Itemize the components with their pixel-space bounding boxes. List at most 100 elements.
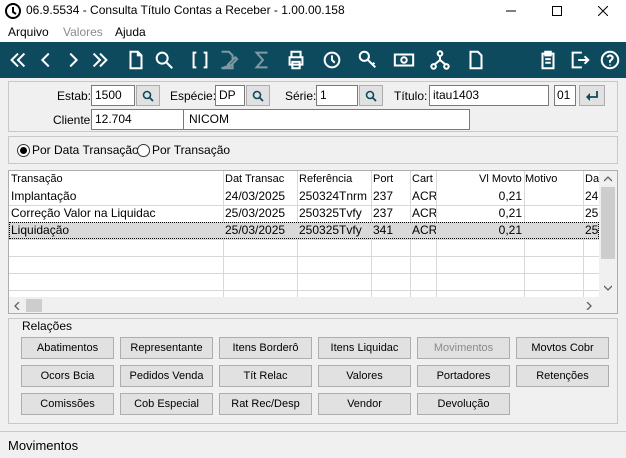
cliente-code-field[interactable]: 12.704 [91,109,184,130]
comissoes-button[interactable]: Comissões [21,393,114,415]
col-header-da[interactable]: Da [585,173,599,185]
titulo-label: Título: [394,89,428,103]
movtos-cobr-button[interactable]: Movtos Cobr [516,337,609,359]
menu-arquivo[interactable]: Arquivo [8,25,49,39]
movimentos-button[interactable]: Movimentos [417,337,510,359]
table-row[interactable]: Implantação 24/03/2025 250324Tnrm 237 AC… [9,188,599,205]
app-icon [5,3,21,19]
search-button[interactable] [150,46,178,74]
devolucao-button[interactable]: Devolução [417,393,510,415]
col-header-cart[interactable]: Cart [412,173,433,185]
vertical-scrollbar[interactable] [599,171,617,297]
titulo-field[interactable]: itau1403 [429,85,549,106]
network-button[interactable] [426,46,454,74]
scroll-up-icon[interactable] [604,176,612,182]
exit-button[interactable] [566,46,594,74]
history-icon [323,51,341,69]
horizontal-scrollbar[interactable] [9,297,617,313]
file-button[interactable] [462,46,490,74]
menu-bar: Arquivo Valores Ajuda [0,22,626,42]
maximize-button[interactable] [534,0,580,22]
retencoes-button[interactable]: Retenções [516,365,609,387]
cell-vl-movto: 0,21 [498,223,522,237]
menu-valores[interactable]: Valores [63,25,103,39]
col-header-vl-movto[interactable]: Vl Movto [479,173,522,185]
table-row[interactable]: Correção Valor na Liquidac 25/03/2025 25… [9,205,599,222]
edit-button[interactable] [214,46,242,74]
cell-transacao: Implantação [11,189,77,203]
cell-referencia: 250324Tnrm [299,189,368,203]
por-transacao-radio[interactable] [137,144,150,157]
key-button[interactable] [354,46,382,74]
estab-search-button[interactable] [136,85,160,106]
col-header-motivo[interactable]: Motivo [525,173,557,185]
cell-dat-transac: 25/03/2025 [225,223,286,237]
cliente-name-field: NICOM [183,109,470,130]
previous-record-button[interactable] [32,46,60,74]
serie-search-button[interactable] [359,85,383,106]
valores-button[interactable]: Valores [318,365,411,387]
menu-ajuda[interactable]: Ajuda [115,25,146,39]
por-transacao-label[interactable]: Por Transação [152,143,230,157]
parcela-field[interactable]: 01 [554,85,576,106]
brackets-button[interactable] [186,46,214,74]
especie-field[interactable]: DP [215,85,245,106]
search-icon [142,90,154,102]
itens-bordero-button[interactable]: Itens Borderô [219,337,312,359]
money-button[interactable] [390,46,418,74]
itens-liquidac-button[interactable]: Itens Liquidac [318,337,411,359]
serie-field[interactable]: 1 [316,85,358,106]
cell-dat-transac: 24/03/2025 [225,189,286,203]
estab-field[interactable]: 1500 [91,85,135,106]
especie-search-button[interactable] [246,85,270,106]
pedidos-venda-button[interactable]: Pedidos Venda [120,365,213,387]
history-button[interactable] [318,46,346,74]
header-panel: Estab: 1500 Espécie: DP Série: 1 Título:… [8,81,618,132]
ocors-bcia-button[interactable]: Ocors Bcia [21,365,114,387]
col-header-port[interactable]: Port [373,173,393,185]
clipboard-button[interactable] [534,46,562,74]
scroll-right-icon[interactable] [586,302,592,310]
por-data-label[interactable]: Por Data Transação [32,143,139,157]
cell-transacao: Correção Valor na Liquidac [11,206,156,220]
minimize-button[interactable] [488,0,534,22]
cell-referencia: 250325Tvfy [299,206,362,220]
next-record-button[interactable] [59,46,87,74]
print-button[interactable] [282,46,310,74]
vertical-scroll-thumb[interactable] [601,187,615,259]
cob-especial-button[interactable]: Cob Especial [120,393,213,415]
vendor-button[interactable]: Vendor [318,393,411,415]
tit-relac-button[interactable]: Tít Relac [219,365,312,387]
first-record-button[interactable] [4,46,32,74]
cell-port: 237 [373,206,394,220]
sum-button[interactable] [248,46,276,74]
col-header-transacao[interactable]: Transação [11,173,63,185]
rat-rec-desp-button[interactable]: Rat Rec/Desp [219,393,312,415]
scroll-down-icon[interactable] [604,285,612,291]
scroll-left-icon[interactable] [14,302,20,310]
enter-button[interactable] [579,85,605,106]
representante-button[interactable]: Representante [120,337,213,359]
table-row-selected[interactable]: Liquidação 25/03/2025 250325Tvfy 341 ACR… [9,222,599,239]
abatimentos-button[interactable]: Abatimentos [21,337,114,359]
horizontal-scroll-thumb[interactable] [26,299,42,312]
grid-header: Transação Dat Transac Referência Port Ca… [9,171,599,188]
col-header-referencia[interactable]: Referência [299,173,352,185]
print-icon [288,50,304,70]
status-text: Movimentos [8,438,79,453]
help-button[interactable] [596,46,624,74]
cell-da: 24 [585,189,599,203]
first-icon [10,52,26,68]
new-document-button[interactable] [122,46,150,74]
status-bar: Movimentos [0,431,626,458]
sum-icon [254,51,268,69]
cell-da: 25 [585,223,599,237]
cell-referencia: 250325Tvfy [299,223,362,237]
col-header-dat-transac[interactable]: Dat Transac [225,173,284,185]
enter-arrow-icon [586,90,598,101]
close-button[interactable] [580,0,626,22]
portadores-button[interactable]: Portadores [417,365,510,387]
last-icon [92,52,108,68]
last-record-button[interactable] [86,46,114,74]
por-data-radio[interactable] [17,144,30,157]
